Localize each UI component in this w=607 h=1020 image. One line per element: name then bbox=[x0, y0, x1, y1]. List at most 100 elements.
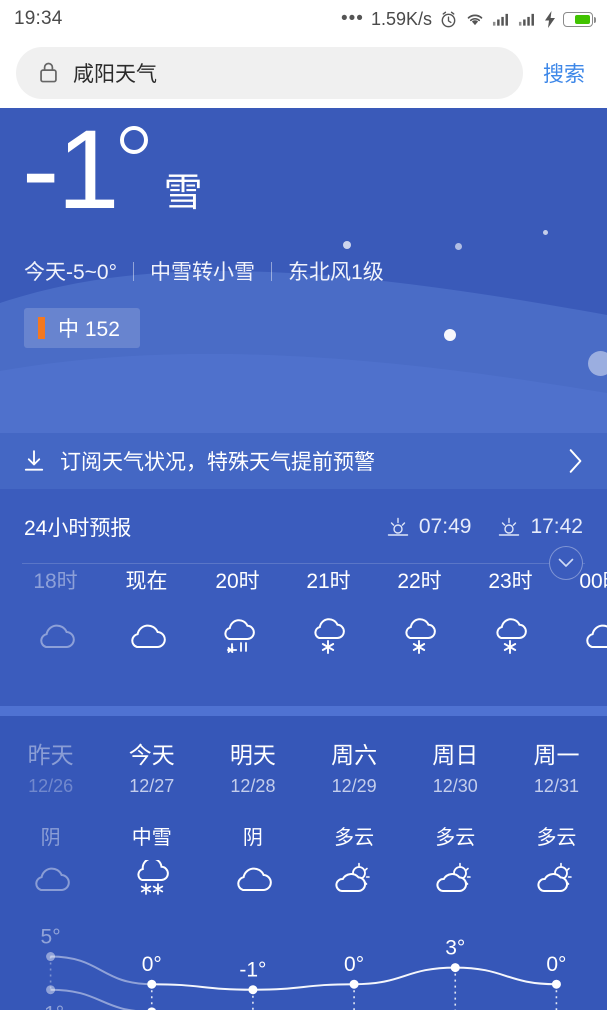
search-query-text: 咸阳天气 bbox=[73, 63, 157, 86]
daily-forecast-section: 昨天 12/26 阴 今天 12/27 中雪 明天 12/28 阴 周六 12/… bbox=[0, 716, 607, 1010]
search-input[interactable]: 咸阳天气 bbox=[16, 47, 523, 99]
hour-label: 23时 bbox=[488, 570, 533, 593]
day-condition: 多云 bbox=[334, 827, 375, 849]
day-item[interactable]: 今天 12/27 中雪 bbox=[101, 736, 202, 900]
temperature-chart-svg: 5°-1°0°-5°-1°-7°0°-7°3°-7°0°-8° bbox=[37, 926, 566, 1010]
charging-icon bbox=[545, 10, 555, 28]
day-name: 明天 bbox=[229, 742, 276, 768]
svg-text:0°: 0° bbox=[546, 953, 566, 976]
meta-condition-text: 中雪转小雪 bbox=[150, 261, 256, 284]
aqi-badge[interactable]: 中 152 bbox=[24, 308, 140, 348]
cloudy-icon bbox=[101, 617, 192, 653]
day-item[interactable]: 周一 12/31 多云 bbox=[506, 736, 607, 900]
degree-symbol-icon bbox=[119, 126, 148, 154]
hourly-divider bbox=[22, 563, 585, 564]
sunrise-time: 07:49 bbox=[418, 515, 472, 538]
hour-label: 20时 bbox=[215, 570, 260, 593]
aqi-level-bar bbox=[38, 317, 45, 339]
day-date: 12/26 bbox=[28, 776, 74, 796]
signal-icon bbox=[518, 13, 534, 26]
snow-dot bbox=[444, 329, 456, 341]
svg-text:-1°: -1° bbox=[37, 1003, 64, 1010]
temperature-chart: 5°-1°0°-5°-1°-7°0°-7°3°-7°0°-8° 真时天下 bbox=[0, 906, 607, 1010]
sun-times: 07:49 17:42 bbox=[386, 515, 583, 539]
cloudy-icon bbox=[202, 860, 303, 896]
current-weather-hero: -1 雪 今天-5~0° 中雪转小雪 东北风1级 中 152 bbox=[0, 108, 607, 433]
day-item[interactable]: 周六 12/29 多云 bbox=[304, 736, 405, 900]
download-icon bbox=[24, 450, 44, 471]
cloudy-icon bbox=[556, 617, 607, 653]
meta-divider bbox=[271, 261, 273, 281]
subscribe-banner[interactable]: 订阅天气状况，特殊天气提前预警 bbox=[0, 433, 607, 489]
hourly-list[interactable]: 18时 现在 20时 21时 22时 23时 00 bbox=[0, 565, 607, 657]
subscribe-text: 订阅天气状况，特殊天气提前预警 bbox=[60, 451, 375, 474]
day-condition: 阴 bbox=[242, 827, 263, 849]
hour-item[interactable]: 现在 bbox=[101, 565, 192, 657]
snow-dot bbox=[343, 241, 351, 249]
day-condition: 阴 bbox=[40, 827, 61, 849]
sleet-icon bbox=[192, 617, 283, 657]
sunset-time: 17:42 bbox=[530, 515, 583, 538]
status-bar: 19:34 ••• 1.59K/s bbox=[0, 0, 607, 38]
current-temperature-block: -1 雪 bbox=[22, 114, 203, 226]
meta-temperature-range: 今天-5~0° bbox=[24, 261, 118, 284]
expand-hourly-button[interactable] bbox=[549, 546, 583, 580]
status-icons: ••• 1.59K/s bbox=[340, 8, 596, 30]
network-speed-label: 1.59K/s bbox=[370, 8, 432, 29]
cloudy-icon bbox=[10, 617, 101, 653]
more-dots-icon: ••• bbox=[340, 8, 364, 29]
svg-text:-1°: -1° bbox=[239, 959, 266, 982]
search-button[interactable]: 搜索 bbox=[523, 58, 591, 88]
day-date: 12/29 bbox=[331, 776, 377, 796]
snow-dot bbox=[543, 230, 548, 235]
search-bar: 咸阳天气 搜索 bbox=[0, 38, 607, 108]
day-item[interactable]: 明天 12/28 阴 bbox=[202, 736, 303, 900]
day-condition: 中雪 bbox=[131, 827, 172, 849]
sunset-item: 17:42 bbox=[497, 515, 583, 539]
daily-list[interactable]: 昨天 12/26 阴 今天 12/27 中雪 明天 12/28 阴 周六 12/… bbox=[0, 736, 607, 900]
day-condition: 多云 bbox=[435, 827, 476, 849]
partly-cloudy-icon bbox=[506, 860, 607, 898]
hourly-title: 24小时预报 bbox=[24, 517, 132, 540]
partly-cloudy-icon bbox=[304, 860, 405, 898]
hour-item[interactable]: 18时 bbox=[10, 565, 101, 657]
day-date: 12/31 bbox=[533, 776, 579, 796]
lock-icon bbox=[40, 62, 57, 83]
section-band-divider bbox=[0, 706, 607, 716]
sunrise-icon bbox=[387, 517, 409, 536]
hour-item[interactable]: 22时 bbox=[374, 565, 465, 657]
snow-dot bbox=[588, 351, 607, 376]
svg-text:3°: 3° bbox=[445, 937, 465, 960]
meta-divider bbox=[133, 261, 135, 281]
snow-dot bbox=[455, 243, 462, 250]
day-name: 周六 bbox=[331, 742, 378, 768]
weather-panel: -1 雪 今天-5~0° 中雪转小雪 东北风1级 中 152 订阅天气状况，特殊… bbox=[0, 108, 607, 1010]
chevron-down-icon bbox=[558, 558, 574, 567]
day-condition: 多云 bbox=[536, 827, 577, 849]
svg-text:5°: 5° bbox=[41, 926, 61, 949]
partly-cloudy-icon bbox=[405, 860, 506, 898]
snow-icon bbox=[374, 617, 465, 657]
hour-label: 18时 bbox=[33, 570, 78, 593]
meta-wind: 东北风1级 bbox=[288, 261, 384, 284]
hour-label: 21时 bbox=[306, 570, 351, 593]
day-item[interactable]: 周日 12/30 多云 bbox=[405, 736, 506, 900]
sunrise-item: 07:49 bbox=[386, 515, 472, 539]
hour-label: 现在 bbox=[125, 570, 168, 593]
snow-icon bbox=[283, 617, 374, 657]
hour-item[interactable]: 20时 bbox=[192, 565, 283, 657]
current-condition: 雪 bbox=[163, 172, 203, 215]
signal-icon bbox=[492, 13, 508, 26]
day-name: 周一 bbox=[533, 742, 580, 768]
heavy-snow-icon bbox=[101, 860, 202, 900]
status-time: 19:34 bbox=[14, 8, 63, 29]
day-date: 12/30 bbox=[432, 776, 478, 796]
day-date: 12/28 bbox=[230, 776, 276, 796]
day-item[interactable]: 昨天 12/26 阴 bbox=[0, 736, 101, 900]
current-weather-meta: 今天-5~0° 中雪转小雪 东北风1级 bbox=[24, 256, 384, 286]
hour-item[interactable]: 23时 bbox=[465, 565, 556, 657]
hour-item[interactable]: 21时 bbox=[283, 565, 374, 657]
hourly-forecast-section: 24小时预报 07:49 17:42 18时 现在 20时 21时 22时 23… bbox=[0, 489, 607, 706]
app-screen: 19:34 ••• 1.59K/s 咸阳天气 搜索 -1 雪 今天-5~0° 中… bbox=[0, 0, 607, 1020]
chevron-right-icon bbox=[569, 449, 582, 473]
